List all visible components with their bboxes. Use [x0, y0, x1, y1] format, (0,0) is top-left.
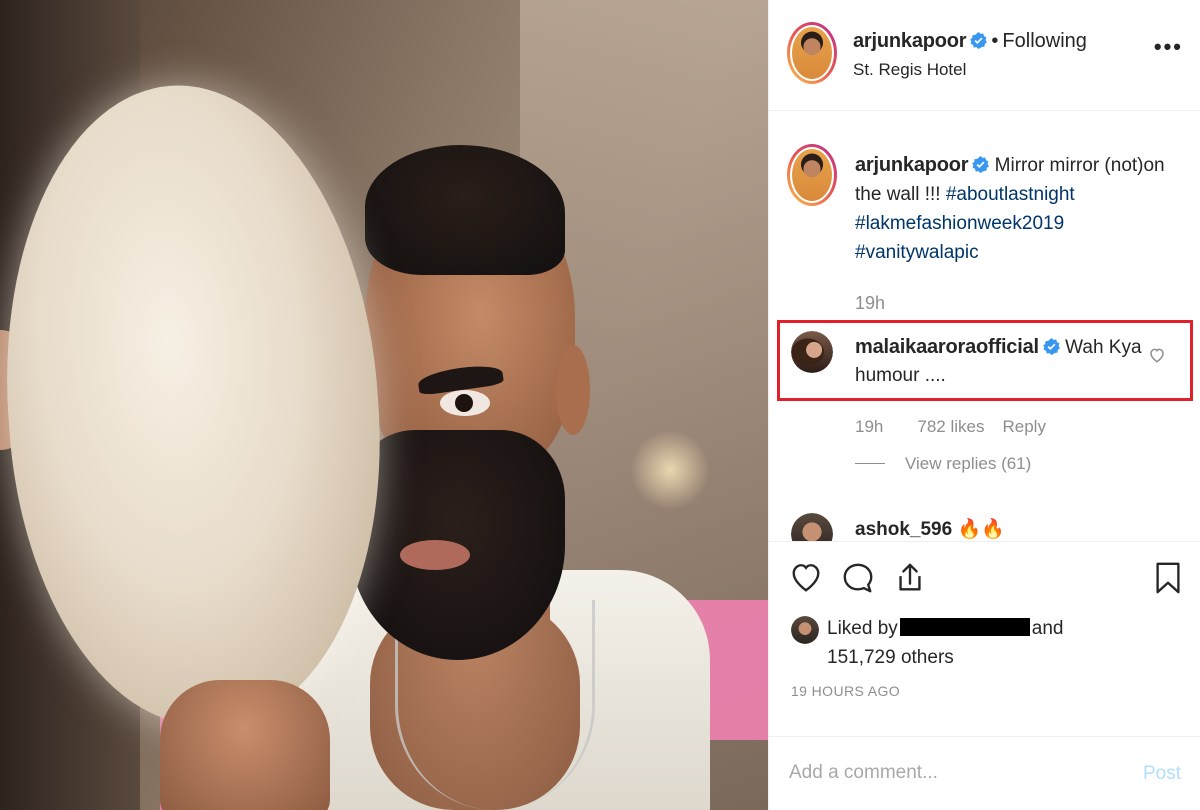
- hashtag-link[interactable]: #vanitywalapic: [855, 242, 979, 263]
- post-location[interactable]: St. Regis Hotel: [853, 60, 966, 80]
- comment-like-heart-icon[interactable]: [1148, 346, 1166, 364]
- comment-bubble-icon[interactable]: [841, 560, 875, 596]
- redacted-username: [899, 618, 1030, 636]
- comment-input[interactable]: [789, 753, 1119, 793]
- post-sidebar: arjunkapoor • Following St. Regis Hotel ••…: [768, 0, 1200, 810]
- caption-time[interactable]: 19h: [855, 293, 885, 314]
- separator-dot: •: [991, 30, 999, 52]
- likes-count[interactable]: 151,729 others: [827, 643, 954, 672]
- photo-eye: [440, 390, 490, 416]
- liked-by-line: Liked by and: [827, 614, 1063, 643]
- liked-by-suffix: and: [1031, 618, 1064, 639]
- author-username[interactable]: arjunkapoor: [853, 30, 967, 52]
- post-actions: Liked by and 151,729 others 19 HOURS AGO: [769, 541, 1200, 736]
- comments-section[interactable]: arjunkapoor Mirror mirror (not)on the wa…: [769, 111, 1200, 541]
- hashtag-link[interactable]: #aboutlastnight: [946, 184, 1075, 205]
- comment-text-block: malaikaaroraofficial Wah Kya humour ....: [855, 333, 1145, 390]
- comment-likes[interactable]: 782 likes: [917, 417, 984, 436]
- post-timestamp[interactable]: 19 HOURS AGO: [791, 683, 900, 699]
- comment-time[interactable]: 19h: [855, 417, 883, 436]
- author-line: arjunkapoor • Following: [853, 30, 1087, 53]
- add-comment-bar: Post: [769, 736, 1200, 810]
- bookmark-icon[interactable]: [1151, 560, 1185, 596]
- liked-by-prefix: Liked by: [827, 618, 898, 639]
- share-icon[interactable]: [893, 560, 927, 596]
- next-commenter-avatar[interactable]: [791, 513, 833, 541]
- photo-ear: [556, 345, 590, 435]
- liker-avatar[interactable]: [791, 616, 819, 644]
- view-replies-button[interactable]: View replies (61): [855, 454, 1031, 474]
- photo-hand: [160, 680, 330, 810]
- post-photo[interactable]: [0, 0, 768, 810]
- caption-text-block: arjunkapoor Mirror mirror (not)on the wa…: [855, 151, 1175, 267]
- photo-mouth: [400, 540, 470, 570]
- photo-light-glow: [630, 430, 710, 510]
- next-comment-text-block: ashok_596 🔥🔥: [855, 517, 1005, 541]
- commenter-avatar[interactable]: [791, 331, 833, 373]
- post-header: arjunkapoor • Following St. Regis Hotel ••…: [769, 0, 1200, 111]
- caption-avatar[interactable]: [787, 144, 837, 206]
- comment-meta: 19h 782 likes Reply: [855, 417, 1064, 437]
- following-button[interactable]: Following: [1002, 30, 1086, 52]
- more-options-icon[interactable]: •••: [1154, 36, 1183, 58]
- commenter-username[interactable]: malaikaaroraofficial: [855, 336, 1039, 358]
- author-avatar[interactable]: [787, 22, 837, 84]
- verified-badge-icon: [970, 32, 988, 49]
- verified-badge-icon: [972, 156, 990, 173]
- caption-username[interactable]: arjunkapoor: [855, 154, 969, 176]
- photo-hair: [365, 145, 565, 275]
- post-comment-button[interactable]: Post: [1143, 763, 1181, 785]
- next-comment-text: 🔥🔥: [957, 519, 1005, 540]
- view-replies-label: View replies (61): [905, 454, 1032, 473]
- verified-badge-icon: [1042, 338, 1060, 355]
- replies-dash: [855, 463, 885, 464]
- heart-icon[interactable]: [789, 560, 823, 596]
- reply-button[interactable]: Reply: [1002, 417, 1045, 436]
- hashtag-link[interactable]: #lakmefashionweek2019: [855, 213, 1064, 234]
- next-commenter-username[interactable]: ashok_596: [855, 519, 952, 540]
